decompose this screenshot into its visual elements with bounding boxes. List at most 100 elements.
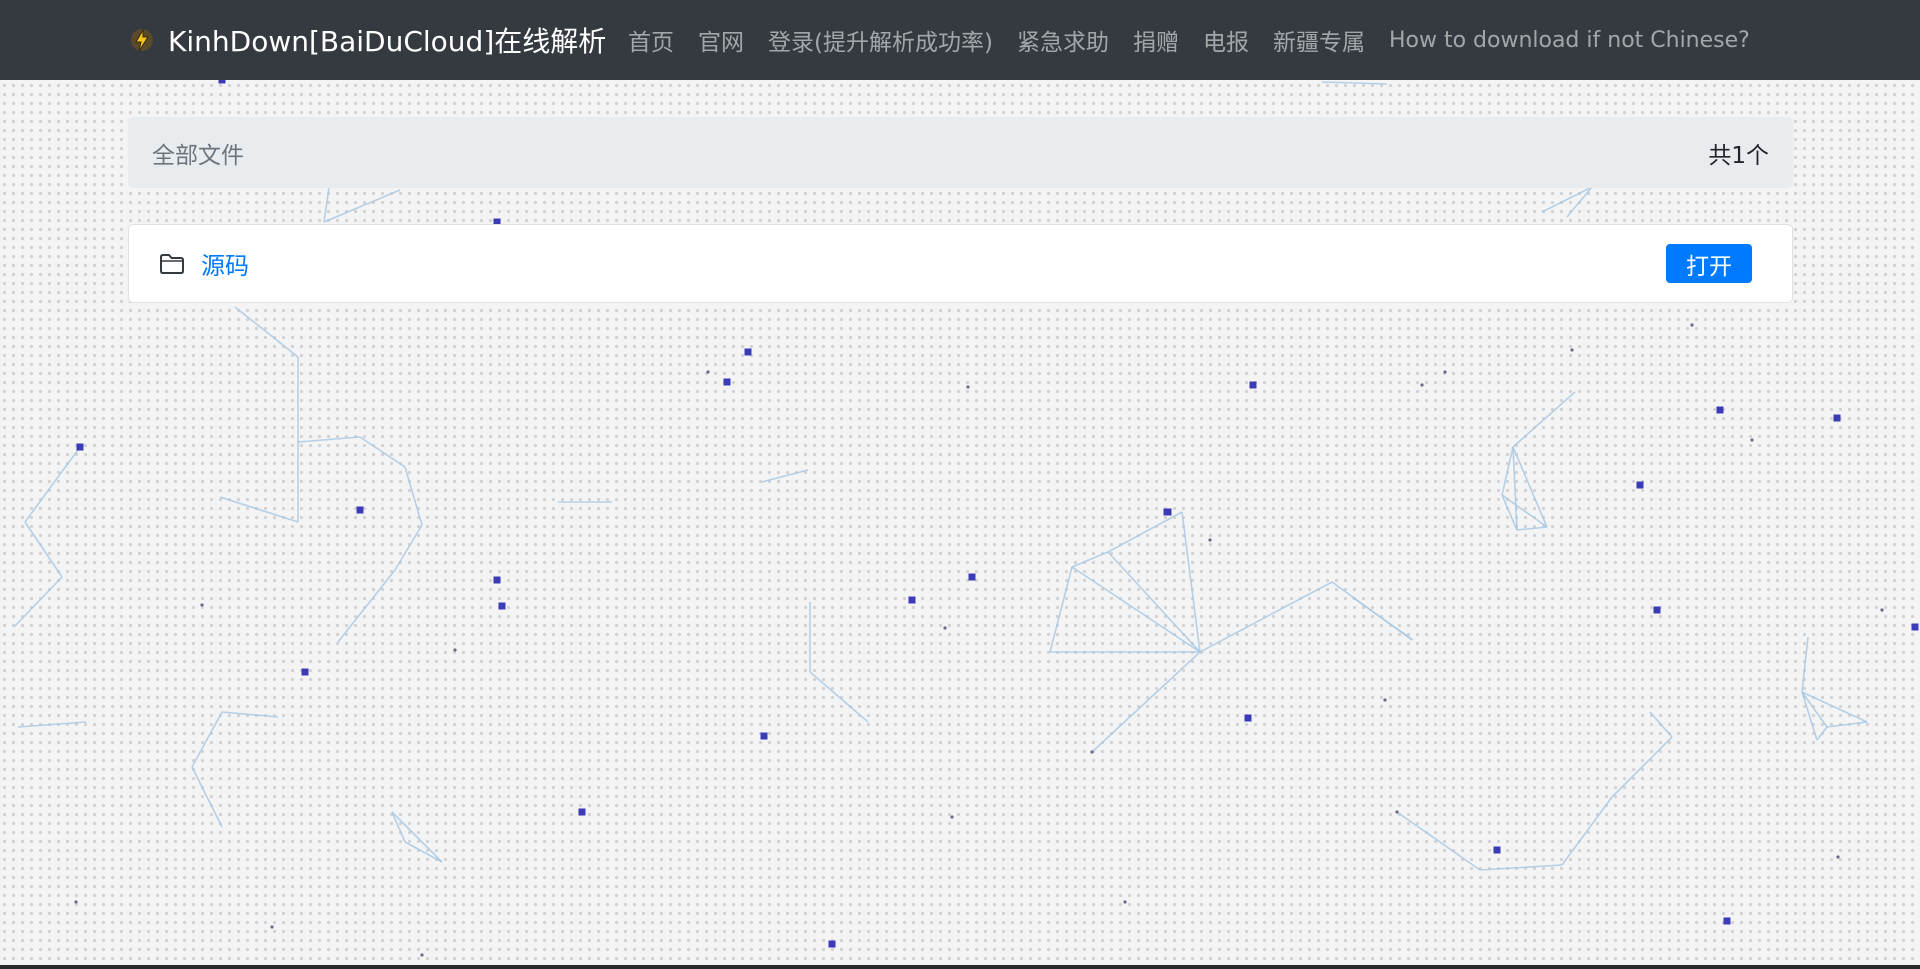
- network-line: [219, 496, 299, 523]
- network-line: [1801, 636, 1809, 693]
- network-line: [17, 721, 87, 728]
- particle-node: [356, 506, 364, 514]
- particle-dot: [1208, 538, 1212, 542]
- lightning-logo-icon: [131, 28, 153, 52]
- network-line: [1071, 551, 1109, 568]
- network-line: [337, 569, 396, 643]
- network-line: [1516, 526, 1548, 531]
- network-line: [191, 711, 223, 768]
- particle-node: [1163, 508, 1171, 516]
- network-line: [297, 436, 361, 443]
- particle-dot: [1395, 810, 1399, 814]
- particle-dot: [420, 953, 424, 957]
- particle-dot: [1420, 383, 1424, 387]
- particle-node: [760, 732, 768, 740]
- network-line: [323, 189, 401, 223]
- network-line: [1512, 446, 1518, 531]
- network-line: [24, 446, 81, 523]
- network-line: [761, 469, 809, 483]
- brand[interactable]: KinhDown[BaiDuCloud]在线解析: [128, 0, 606, 80]
- network-line: [404, 841, 443, 863]
- network-line: [1561, 796, 1613, 866]
- network-line: [1107, 551, 1201, 653]
- particle-dot: [200, 603, 204, 607]
- nav-link-login[interactable]: 登录(提升解析成功率): [768, 23, 993, 57]
- network-line: [1816, 726, 1828, 741]
- particle-dot: [706, 370, 710, 374]
- network-line: [1181, 511, 1201, 653]
- network-line: [404, 466, 423, 526]
- particle-dot: [1570, 348, 1574, 352]
- network-line: [1396, 811, 1481, 871]
- network-line: [13, 576, 63, 628]
- particle-node: [1249, 381, 1257, 389]
- particle-node: [828, 940, 836, 948]
- network-line: [1501, 446, 1514, 496]
- network-line: [1541, 186, 1593, 213]
- nav-link-home[interactable]: 首页: [628, 23, 674, 57]
- nav-link-xinjiang[interactable]: 新疆专属: [1273, 23, 1365, 57]
- particle-node: [493, 576, 501, 584]
- bottom-border: [0, 965, 1920, 969]
- nav-link-telegram[interactable]: 电报: [1203, 23, 1249, 57]
- file-entry: 源码: [159, 246, 249, 281]
- top-navbar: KinhDown[BaiDuCloud]在线解析 首页 官网 登录(提升解析成功…: [0, 0, 1920, 80]
- network-line: [394, 524, 423, 571]
- particle-dot: [943, 626, 947, 630]
- particle-dot: [1750, 438, 1754, 442]
- folder-icon: [160, 253, 184, 274]
- particle-dot: [74, 900, 78, 904]
- nav-link-official-site[interactable]: 官网: [698, 23, 744, 57]
- particle-dot: [453, 648, 457, 652]
- particle-dot: [950, 815, 954, 819]
- network-line: [191, 766, 223, 828]
- network-line: [1479, 864, 1563, 871]
- nav-link-english-help[interactable]: How to download if not Chinese?: [1389, 28, 1750, 53]
- particle-node: [1911, 623, 1919, 631]
- network-line: [234, 306, 299, 358]
- network-line: [1107, 511, 1183, 553]
- particle-dot: [1836, 855, 1840, 859]
- particle-dot: [1123, 900, 1127, 904]
- network-line: [1826, 721, 1868, 728]
- particle-node: [1833, 414, 1841, 422]
- network-line: [809, 671, 869, 723]
- network-line: [359, 436, 406, 468]
- network-line: [1321, 81, 1388, 85]
- breadcrumb-all-files[interactable]: 全部文件: [152, 136, 244, 170]
- particle-node: [498, 602, 506, 610]
- network-line: [1091, 651, 1201, 753]
- particle-node: [744, 348, 752, 356]
- network-line: [1566, 186, 1593, 218]
- particle-node: [1636, 481, 1644, 489]
- network-line: [1071, 566, 1201, 653]
- network-line: [24, 521, 63, 578]
- particle-node: [1244, 714, 1252, 722]
- particle-node: [578, 808, 586, 816]
- nav-link-emergency-help[interactable]: 紧急求助: [1017, 23, 1109, 57]
- network-line: [1649, 711, 1673, 738]
- network-line: [221, 711, 279, 718]
- particle-node: [1653, 606, 1661, 614]
- particle-dot: [1880, 608, 1884, 612]
- particle-node: [301, 668, 309, 676]
- nav-link-donate[interactable]: 捐赠: [1133, 23, 1179, 57]
- network-line: [1199, 581, 1333, 653]
- particle-node: [1493, 846, 1501, 854]
- particle-dot: [966, 385, 970, 389]
- folder-name-link[interactable]: 源码: [201, 246, 249, 281]
- particle-node: [76, 443, 84, 451]
- particle-node: [1716, 406, 1724, 414]
- particle-dot: [1690, 323, 1694, 327]
- network-line: [391, 811, 406, 843]
- particle-node: [1723, 917, 1731, 925]
- open-button[interactable]: 打开: [1666, 244, 1752, 283]
- file-count: 共1个: [1708, 142, 1769, 169]
- network-line: [1512, 391, 1576, 448]
- network-line: [391, 811, 443, 863]
- particle-dot: [1090, 750, 1094, 754]
- breadcrumb: 全部文件 共1个: [128, 117, 1793, 188]
- network-line: [1049, 566, 1073, 653]
- network-line: [1611, 736, 1673, 798]
- nav-links: 首页 官网 登录(提升解析成功率) 紧急求助 捐赠 电报 新疆专属 How to…: [628, 0, 1750, 80]
